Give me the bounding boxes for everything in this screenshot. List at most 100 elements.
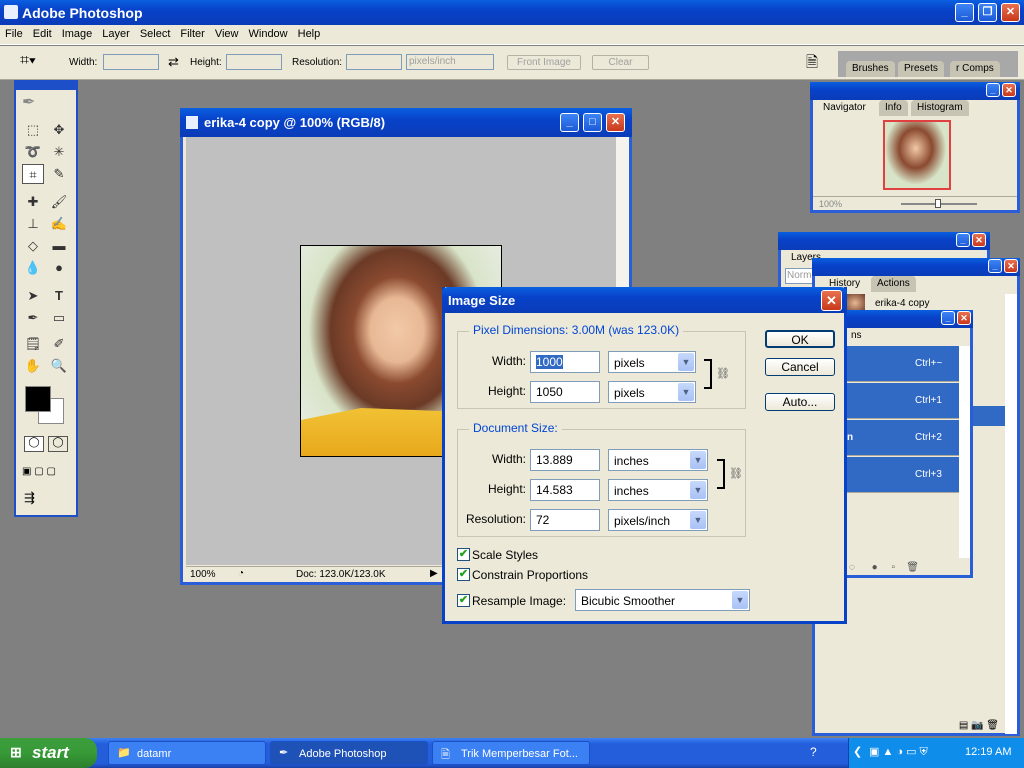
action-row[interactable]: Ctrl+3: [845, 457, 959, 493]
eyedropper-icon[interactable]: ✐: [48, 334, 70, 354]
history-footer-icons[interactable]: ▤ 📷 🗑: [815, 720, 1005, 734]
constrain-proportions-checkbox[interactable]: ✔: [457, 568, 470, 581]
tab-presets[interactable]: Presets: [898, 61, 944, 77]
pixel-height-unit-select[interactable]: pixels ▼: [608, 381, 696, 403]
history-close[interactable]: ✕: [1004, 259, 1018, 273]
snapshot-name[interactable]: erika-4 copy: [875, 298, 929, 309]
jump-to-imageready-icon[interactable]: ⇶: [24, 490, 35, 506]
resample-image-checkbox[interactable]: ✔: [457, 594, 470, 607]
clear-button[interactable]: Clear: [592, 55, 649, 70]
width-input[interactable]: [103, 54, 159, 70]
menu-image[interactable]: Image: [57, 25, 98, 40]
foreground-color-swatch[interactable]: [25, 386, 51, 412]
zoom-level[interactable]: 100%: [190, 569, 216, 580]
tab-comps[interactable]: r Comps: [950, 61, 1000, 77]
feather-logo-icon[interactable]: ✒: [22, 92, 35, 112]
task-datamr[interactable]: 📁 datamr: [108, 741, 266, 765]
minimize-button[interactable]: _: [955, 3, 974, 22]
action-row[interactable]: Ctrl+1: [845, 383, 959, 419]
standard-mode-icon[interactable]: ◯: [24, 436, 44, 452]
pixel-width-input[interactable]: 1000: [530, 351, 600, 373]
dodge-icon[interactable]: ●: [48, 258, 70, 278]
navigator-minimize[interactable]: _: [986, 83, 1000, 97]
cancel-button[interactable]: Cancel: [765, 358, 835, 376]
navigator-close[interactable]: ✕: [1002, 83, 1016, 97]
layers-minimize[interactable]: _: [956, 233, 970, 247]
crop-tool-icon[interactable]: ⌗: [22, 164, 44, 184]
action-row[interactable]: Ctrl+~: [845, 346, 959, 382]
task-adobe-photoshop[interactable]: ✒ Adobe Photoshop: [270, 741, 428, 765]
marquee-tool-icon[interactable]: ⬚: [22, 120, 44, 140]
notes-icon[interactable]: 🗒: [22, 334, 44, 354]
slice-tool-icon[interactable]: ✎: [48, 164, 70, 184]
close-button[interactable]: ✕: [1001, 3, 1020, 22]
doc-width-input[interactable]: 13.889: [530, 449, 600, 471]
doc-height-input[interactable]: 14.583: [530, 479, 600, 501]
front-image-button[interactable]: Front Image: [507, 55, 581, 70]
actions-close[interactable]: ✕: [957, 311, 971, 325]
doc-minimize-button[interactable]: _: [560, 113, 579, 132]
start-button[interactable]: ⊞ start: [0, 738, 97, 768]
resolution-input[interactable]: [346, 54, 402, 70]
menu-select[interactable]: Select: [135, 25, 176, 40]
tab-actions-partial[interactable]: ns: [845, 328, 868, 344]
scale-styles-checkbox[interactable]: ✔: [457, 548, 470, 561]
tab-histogram[interactable]: Histogram: [911, 100, 969, 116]
shape-tool-icon[interactable]: ▭: [48, 308, 70, 328]
doc-height-unit-select[interactable]: inches ▼: [608, 479, 708, 501]
menu-view[interactable]: View: [210, 25, 244, 40]
zoom-slider-handle[interactable]: [935, 199, 941, 208]
path-select-icon[interactable]: ➤: [22, 286, 44, 306]
doc-width-unit-select[interactable]: inches ▼: [608, 449, 708, 471]
resolution-input[interactable]: 72: [530, 509, 600, 531]
quick-mask-icon[interactable]: ◯: [48, 436, 68, 452]
crop-tool-preset-icon[interactable]: ⌗▾: [20, 52, 36, 70]
pixel-height-input[interactable]: 1050: [530, 381, 600, 403]
magic-wand-icon[interactable]: ✳: [48, 142, 70, 162]
auto-button[interactable]: Auto...: [765, 393, 835, 411]
zoom-tool-icon[interactable]: 🔍: [48, 356, 70, 376]
gradient-icon[interactable]: ▬: [48, 236, 70, 256]
menu-filter[interactable]: Filter: [175, 25, 209, 40]
eraser-icon[interactable]: ◇: [22, 236, 44, 256]
task-trik-memperbesar[interactable]: 🗎 Trik Memperbesar Fot...: [432, 741, 590, 765]
dialog-close-button[interactable]: ✕: [821, 290, 842, 311]
ok-button[interactable]: OK: [765, 330, 835, 348]
tray-icons[interactable]: ▣ ▲ ◑ ▭ ⛨: [869, 745, 928, 759]
move-tool-icon[interactable]: ✥: [48, 120, 70, 140]
lasso-tool-icon[interactable]: ➰: [22, 142, 44, 162]
navigator-thumbnail[interactable]: [883, 120, 951, 190]
doc-maximize-button[interactable]: □: [583, 113, 602, 132]
tab-navigator[interactable]: Navigator: [817, 100, 872, 116]
doc-close-button[interactable]: ✕: [606, 113, 625, 132]
history-minimize[interactable]: _: [988, 259, 1002, 273]
screen-mode-icons[interactable]: ▣ ▢ ▢: [22, 466, 56, 477]
tab-info[interactable]: Info: [879, 100, 908, 116]
brush-tool-icon[interactable]: 🖌: [48, 192, 70, 212]
actions-footer-icons[interactable]: ◌ ● ▫ 🗑: [849, 562, 919, 573]
status-menu-icon[interactable]: ◔: [238, 568, 244, 579]
swap-icon[interactable]: ⇄: [168, 54, 179, 70]
history-brush-icon[interactable]: ✍: [48, 214, 70, 234]
menu-help[interactable]: Help: [293, 25, 326, 40]
navigator-zoom[interactable]: 100%: [819, 199, 842, 209]
help-icon[interactable]: ?: [810, 745, 817, 759]
clone-stamp-icon[interactable]: ⊥: [22, 214, 44, 234]
history-scrollbar[interactable]: [1005, 294, 1017, 734]
resample-method-select[interactable]: Bicubic Smoother ▼: [575, 589, 750, 611]
pen-tool-icon[interactable]: ✒: [22, 308, 44, 328]
actions-minimize[interactable]: _: [941, 311, 955, 325]
tab-brushes[interactable]: Brushes: [846, 61, 895, 77]
restore-button[interactable]: ❐: [978, 3, 997, 22]
menu-file[interactable]: File: [0, 25, 28, 40]
resolution-units-select[interactable]: pixels/inch: [406, 54, 494, 70]
file-browser-icon[interactable]: 🗎: [806, 52, 818, 77]
tray-expand-icon[interactable]: ❮: [853, 745, 862, 758]
pixel-width-unit-select[interactable]: pixels ▼: [608, 351, 696, 373]
menu-window[interactable]: Window: [244, 25, 293, 40]
type-tool-icon[interactable]: T: [48, 286, 70, 306]
blur-icon[interactable]: 💧: [22, 258, 44, 278]
healing-brush-icon[interactable]: ✚: [22, 192, 44, 212]
actions-scrollbar[interactable]: [959, 346, 970, 558]
height-input[interactable]: [226, 54, 282, 70]
